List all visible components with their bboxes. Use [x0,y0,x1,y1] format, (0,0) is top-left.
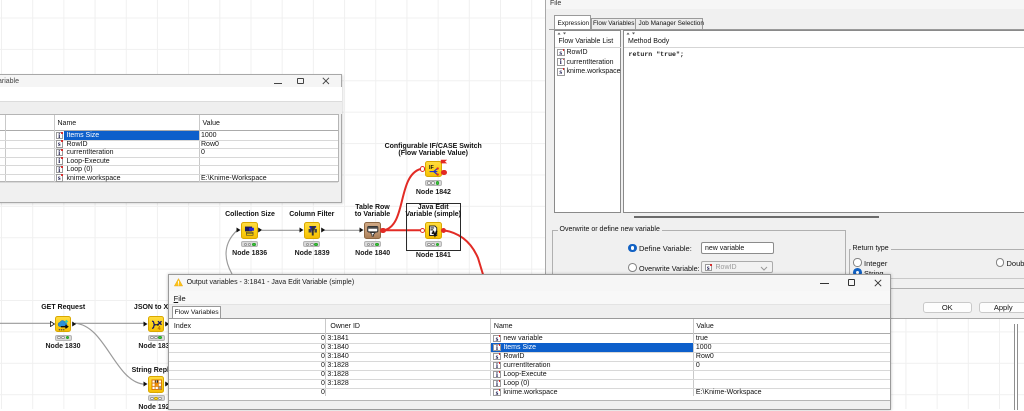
svg-text:IF: IF [429,165,434,171]
svg-text:4: 4 [157,326,160,332]
